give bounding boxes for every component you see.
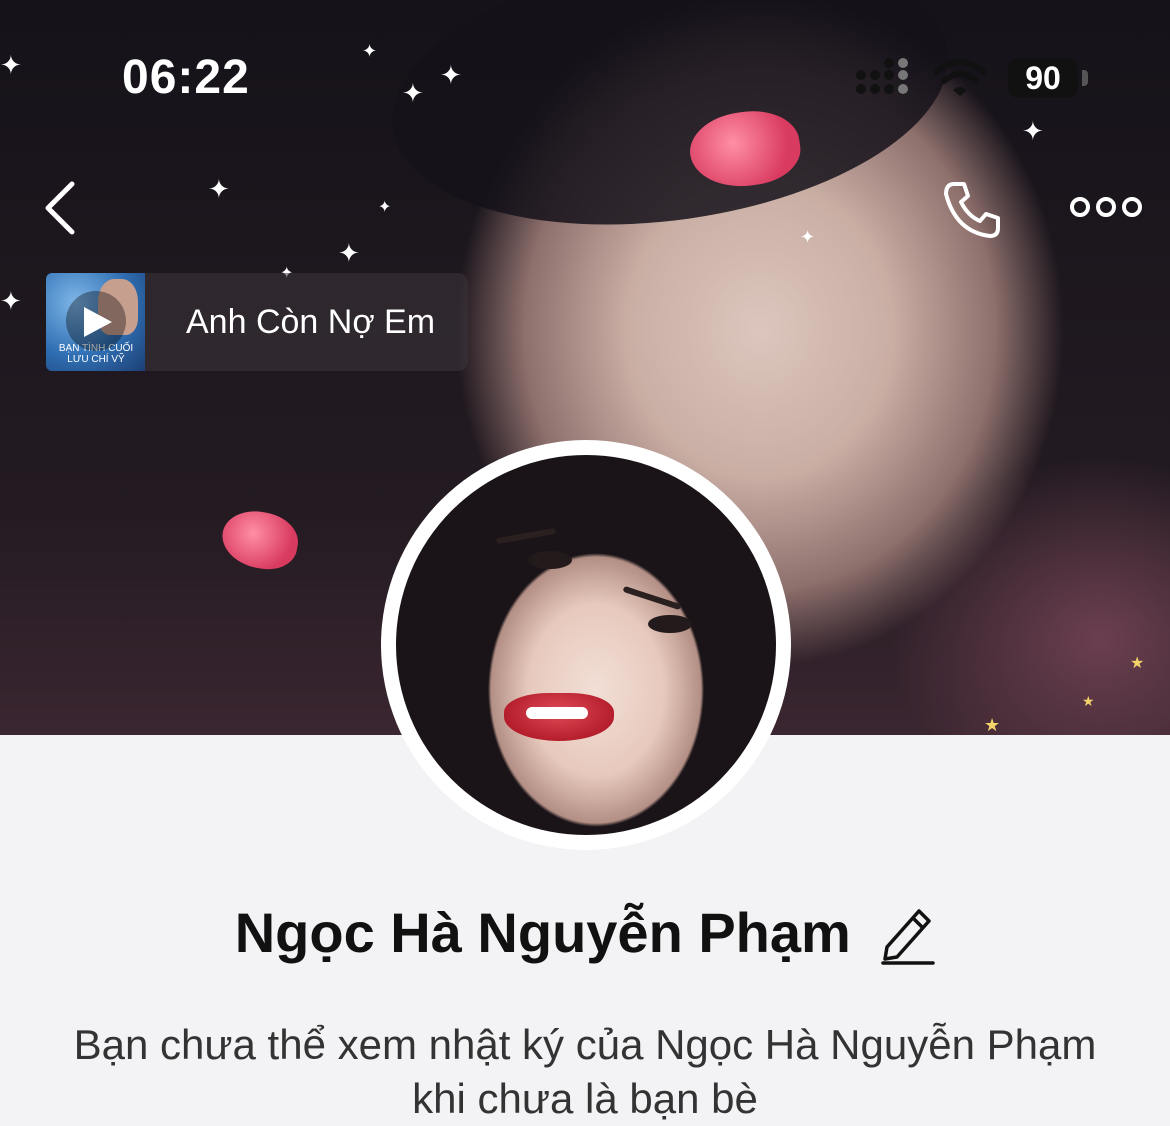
- sparkle: ★: [984, 715, 1001, 735]
- phone-icon[interactable]: [940, 178, 1004, 242]
- avatar-eye: [528, 551, 572, 569]
- more-dots-icon[interactable]: [1068, 192, 1144, 222]
- album-art: BẠN TÌNH CUỐI LƯU CHÍ VỸ: [46, 273, 145, 371]
- profile-music-player[interactable]: BẠN TÌNH CUỐI LƯU CHÍ VỸ Anh Còn Nợ Em: [46, 273, 468, 371]
- avatar-brow: [495, 527, 557, 545]
- pencil-icon[interactable]: [879, 901, 936, 965]
- song-title: Anh Còn Nợ Em: [186, 303, 436, 341]
- wifi-icon: [934, 59, 986, 96]
- avatar-teeth: [526, 707, 588, 719]
- sparkle: ✦: [800, 227, 816, 247]
- avatar[interactable]: [396, 455, 776, 835]
- sparkle: ✦: [338, 238, 360, 268]
- privacy-message: Bạn chưa thể xem nhật ký của Ngọc Hà Ngu…: [73, 1021, 1097, 1122]
- sparkle: ✦: [208, 174, 230, 204]
- profile-name-row: Ngọc Hà Nguyễn Phạm: [0, 900, 1170, 980]
- status-time: 06:22: [122, 51, 250, 104]
- status-bar: 06:22 90: [0, 0, 1170, 150]
- avatar-brow: [622, 585, 682, 611]
- battery-tip: [1082, 70, 1088, 86]
- sparkle: ★: [1082, 693, 1095, 709]
- sparkle: ✦: [0, 286, 22, 316]
- battery-level: 90: [1008, 58, 1078, 98]
- sparkle: ★: [1130, 655, 1145, 672]
- avatar-eye: [648, 615, 692, 633]
- profile-name: Ngọc Hà Nguyễn Phạm: [234, 901, 851, 964]
- play-icon: [84, 307, 112, 337]
- back-chevron-icon[interactable]: [38, 180, 88, 236]
- petal: [217, 505, 303, 575]
- cellular-signal-icon: [856, 58, 912, 98]
- sparkle: ✦: [378, 199, 392, 216]
